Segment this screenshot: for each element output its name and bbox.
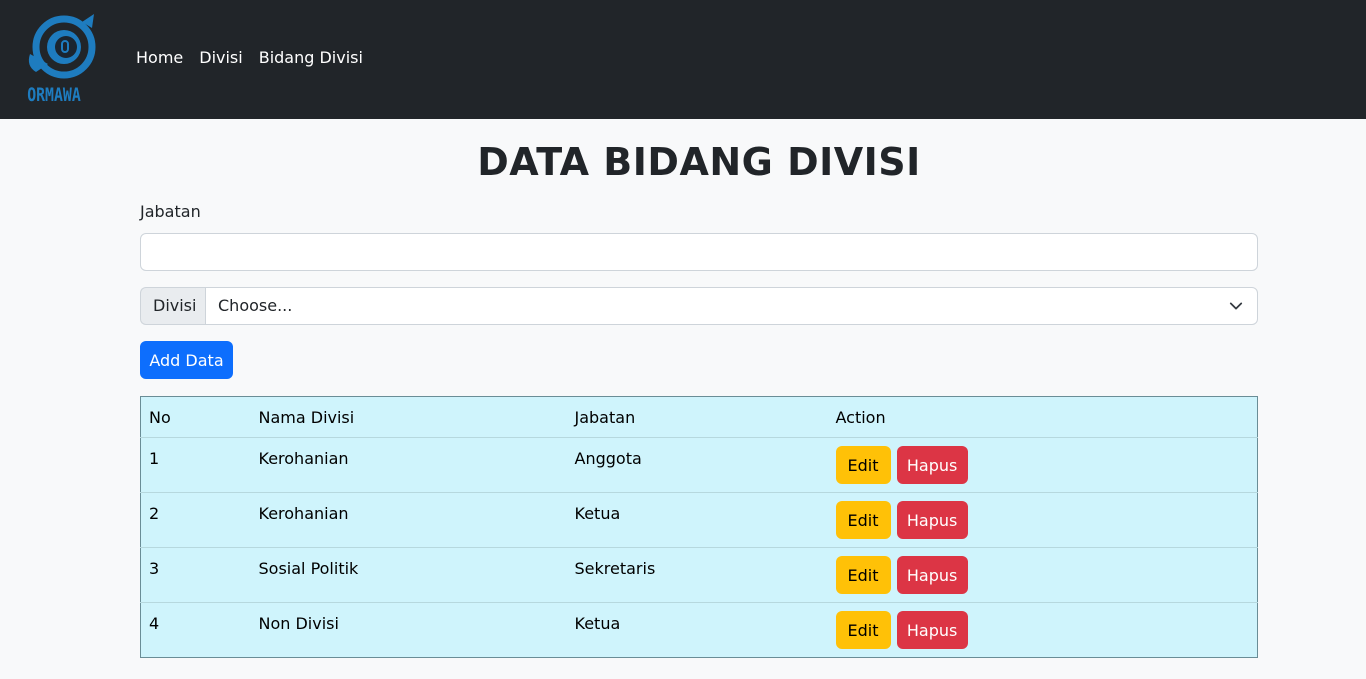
chevron-down-icon [1229, 302, 1243, 310]
navbar: ORMAWA Home Divisi Bidang Divisi [0, 0, 1366, 119]
cell-nama-divisi: Kerohanian [250, 492, 567, 548]
cell-nama-divisi: Kerohanian [250, 437, 567, 493]
main-content: DATA BIDANG DIVISI Jabatan Divisi Choose… [140, 119, 1258, 658]
table-row: 2 Kerohanian Ketua Edit Hapus [140, 492, 1258, 548]
edit-button[interactable]: Edit [835, 446, 891, 484]
hapus-button[interactable]: Hapus [896, 556, 968, 594]
jabatan-input[interactable] [140, 233, 1258, 271]
brand-logo[interactable]: ORMAWA [22, 14, 104, 106]
header-nama-divisi: Nama Divisi [250, 396, 567, 438]
edit-button[interactable]: Edit [835, 501, 891, 539]
cell-no: 3 [140, 547, 251, 603]
nav-link-home[interactable]: Home [136, 48, 183, 67]
divisi-addon-label: Divisi [140, 287, 205, 325]
divisi-select[interactable]: Choose... [205, 287, 1258, 325]
cell-no: 4 [149, 614, 160, 633]
table-row: 4 Non Divisi Ketua Edit Hapus [141, 603, 1258, 658]
cell-jabatan: Sekretaris [566, 547, 828, 603]
hapus-button[interactable]: Hapus [896, 446, 968, 484]
ormawa-logo-icon [28, 14, 96, 79]
divisi-input-group: Divisi Choose... [140, 287, 1258, 325]
nav-link-bidang-divisi[interactable]: Bidang Divisi [259, 48, 363, 67]
header-action: Action [827, 396, 1258, 438]
cell-nama-divisi: Non Divisi [258, 614, 339, 633]
cell-nama-divisi: Sosial Politik [250, 547, 567, 603]
jabatan-label: Jabatan [140, 202, 201, 221]
bidang-divisi-table: No Nama Divisi Jabatan Action 1 Kerohani… [140, 396, 1258, 658]
table-header-row: No Nama Divisi Jabatan Action [140, 396, 1258, 438]
nav-links: Home Divisi Bidang Divisi [136, 48, 363, 67]
table-row: 1 Kerohanian Anggota Edit Hapus [140, 437, 1258, 493]
divisi-select-value: Choose... [218, 296, 293, 315]
cell-jabatan: Ketua [566, 492, 828, 548]
cell-action: Edit Hapus [827, 437, 1258, 493]
header-no: No [140, 396, 251, 438]
edit-button[interactable]: Edit [835, 556, 891, 594]
header-jabatan: Jabatan [566, 396, 828, 438]
add-data-button[interactable]: Add Data [140, 341, 233, 379]
cell-jabatan: Anggota [566, 437, 828, 493]
cell-no: 2 [140, 492, 251, 548]
hapus-button[interactable]: Hapus [896, 501, 968, 539]
table-row: 3 Sosial Politik Sekretaris Edit Hapus [140, 547, 1258, 603]
cell-action: Edit Hapus [828, 603, 1258, 658]
hapus-button[interactable]: Hapus [896, 611, 968, 649]
cell-jabatan: Ketua [574, 614, 621, 633]
page-title: DATA BIDANG DIVISI [477, 140, 921, 184]
cell-no: 1 [140, 437, 251, 493]
cell-action: Edit Hapus [827, 547, 1258, 603]
nav-link-divisi[interactable]: Divisi [199, 48, 242, 67]
brand-text: ORMAWA [27, 84, 81, 106]
edit-button[interactable]: Edit [835, 611, 891, 649]
cell-action: Edit Hapus [827, 492, 1258, 548]
